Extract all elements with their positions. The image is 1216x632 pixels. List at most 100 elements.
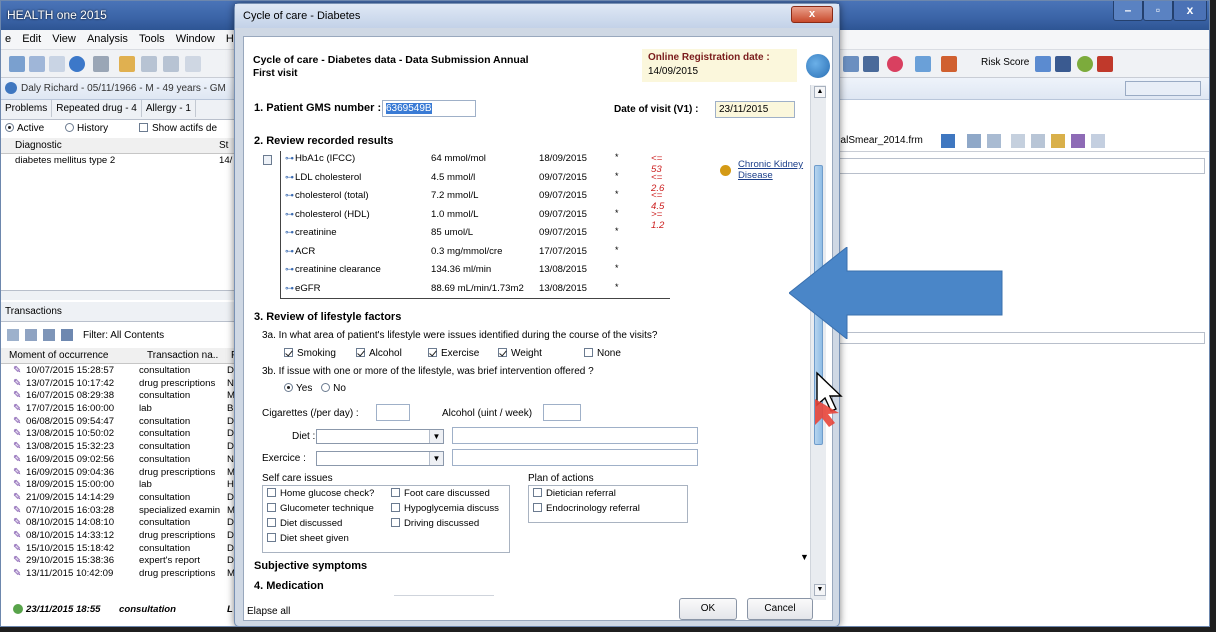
checklist-item[interactable]: Glucometer technique bbox=[267, 503, 374, 518]
collapse-down-icon[interactable]: ▼ bbox=[800, 552, 809, 562]
tab-transactions[interactable]: Transactions bbox=[5, 306, 62, 317]
checklist-item[interactable]: Diet discussed bbox=[267, 518, 374, 533]
view-icon[interactable] bbox=[43, 329, 55, 341]
scroll-down-icon[interactable]: ▼ bbox=[814, 584, 826, 596]
lifestyle-checkbox[interactable] bbox=[428, 348, 437, 357]
menu-analysis[interactable]: Analysis bbox=[83, 30, 132, 48]
risk-score-button[interactable]: Risk Score bbox=[981, 57, 1029, 68]
calc-icon[interactable] bbox=[1035, 56, 1051, 72]
result-row[interactable]: ⊶ eGFR 88.69 mL/min/1.73m2 13/08/2015 * bbox=[281, 281, 621, 298]
checklist-checkbox[interactable] bbox=[533, 488, 542, 497]
pane-splitter[interactable] bbox=[1, 290, 238, 300]
transaction-row[interactable]: ✎ 16/09/2015 09:02:56 consultation N bbox=[1, 454, 238, 467]
other-icon[interactable] bbox=[1091, 134, 1105, 148]
result-row[interactable]: ⊶ LDL cholesterol 4.5 mmol/l 09/07/2015 * <= … bbox=[281, 170, 664, 194]
person-icon[interactable] bbox=[941, 56, 957, 72]
transaction-row[interactable]: ✎ 16/07/2015 08:29:38 consultation M bbox=[1, 390, 238, 403]
result-row[interactable]: ⊶ ACR 0.3 mg/mmol/cre 17/07/2015 * bbox=[281, 244, 621, 261]
transaction-row[interactable]: ✎ 13/08/2015 10:50:02 consultation D bbox=[1, 428, 238, 441]
alcohol-field[interactable] bbox=[543, 404, 581, 421]
right-header-field[interactable] bbox=[821, 158, 1205, 174]
result-row[interactable]: ⊶ creatinine 85 umol/L 09/07/2015 * bbox=[281, 225, 621, 242]
transaction-row[interactable]: ✎ 13/07/2015 10:17:42 drug prescriptions N bbox=[1, 378, 238, 391]
collapse-results-icon[interactable] bbox=[263, 155, 272, 165]
transaction-row[interactable]: ✎ 08/10/2015 14:33:12 drug prescriptions D bbox=[1, 530, 238, 543]
checklist-item[interactable]: Home glucose check? bbox=[267, 488, 374, 503]
menu-tools[interactable]: Tools bbox=[135, 30, 169, 48]
stats-icon[interactable] bbox=[843, 56, 859, 72]
transaction-row[interactable]: ✎ 15/10/2015 15:18:42 consultation D bbox=[1, 543, 238, 556]
people-icon[interactable] bbox=[863, 56, 879, 72]
open2-icon[interactable] bbox=[1031, 134, 1045, 148]
checklist-checkbox[interactable] bbox=[267, 533, 276, 542]
transaction-row[interactable]: ✎ 21/09/2015 14:14:29 consultation D bbox=[1, 492, 238, 505]
menu-view[interactable]: View bbox=[48, 30, 80, 48]
filter-active[interactable]: Active bbox=[5, 123, 44, 134]
tools-icon[interactable] bbox=[1071, 134, 1085, 148]
medication-label[interactable]: 4. Medication bbox=[254, 580, 324, 592]
transaction-row[interactable]: ✎ 29/10/2015 15:38:36 expert's report D bbox=[1, 555, 238, 568]
checklist-item[interactable]: Diet sheet given bbox=[267, 533, 374, 548]
checklist-item[interactable]: Hypoglycemia discuss bbox=[391, 503, 499, 518]
result-row[interactable]: ⊶ cholesterol (HDL) 1.0 mmol/L 09/07/2015 * >… bbox=[281, 207, 664, 231]
cigarettes-field[interactable] bbox=[376, 404, 410, 421]
checklist-item[interactable]: Endocrinology referral bbox=[533, 503, 640, 518]
checklist-checkbox[interactable] bbox=[391, 518, 400, 527]
diet-text-field[interactable] bbox=[452, 427, 698, 444]
checklist-checkbox[interactable] bbox=[391, 488, 400, 497]
checklist-checkbox[interactable] bbox=[533, 503, 542, 512]
checklist-item[interactable]: Dietician referral bbox=[533, 488, 640, 503]
new-icon[interactable] bbox=[9, 56, 25, 72]
filter-history[interactable]: History bbox=[65, 123, 108, 134]
ok-button[interactable]: OK bbox=[679, 598, 737, 620]
no-radio[interactable] bbox=[321, 383, 331, 392]
list-icon[interactable] bbox=[93, 56, 109, 72]
user-icon[interactable] bbox=[1051, 134, 1065, 148]
filter-show-actifs[interactable]: Show actifs de bbox=[139, 123, 217, 134]
chart-icon[interactable] bbox=[141, 56, 157, 72]
print-icon[interactable] bbox=[987, 134, 1001, 148]
form-icon[interactable] bbox=[941, 134, 955, 148]
result-row[interactable]: ⊶ creatinine clearance 134.36 ml/min 13/08/… bbox=[281, 262, 621, 279]
mail-icon[interactable] bbox=[1011, 134, 1025, 148]
refresh-icon[interactable] bbox=[7, 329, 19, 341]
transaction-row[interactable]: ✎ 13/11/2015 10:42:09 drug prescriptions M bbox=[1, 568, 238, 581]
checklist-checkbox[interactable] bbox=[267, 488, 276, 497]
col-st[interactable]: St bbox=[219, 140, 228, 151]
lifestyle-checkbox[interactable] bbox=[584, 348, 593, 357]
dialog-close-button[interactable]: x bbox=[791, 6, 833, 23]
checklist-checkbox[interactable] bbox=[391, 503, 400, 512]
intervention-yes[interactable]: Yes bbox=[284, 383, 312, 394]
transaction-row[interactable]: ✎ 07/10/2015 16:03:28 specialized examin M bbox=[1, 505, 238, 518]
diagnostic-row[interactable]: diabetes mellitus type 2 14/ bbox=[1, 154, 238, 168]
show-checkbox[interactable] bbox=[139, 123, 148, 132]
close-app-button[interactable]: x bbox=[1173, 1, 1207, 21]
exercise-text-field[interactable] bbox=[452, 449, 698, 466]
grid-icon[interactable] bbox=[163, 56, 179, 72]
transaction-row[interactable]: ✎ 10/07/2015 15:28:57 consultation D bbox=[1, 365, 238, 378]
lifestyle-option[interactable]: Smoking bbox=[284, 348, 336, 359]
check-icon[interactable] bbox=[915, 56, 931, 72]
chronic-kidney-disease-link[interactable]: Chronic Kidney Disease bbox=[738, 159, 803, 181]
lifestyle-option[interactable]: None bbox=[584, 348, 621, 359]
active-radio[interactable] bbox=[5, 123, 14, 132]
transaction-row[interactable]: ✎ 13/08/2015 15:32:23 consultation D bbox=[1, 441, 238, 454]
transaction-row[interactable]: ✎ 06/08/2015 09:54:47 consultation D bbox=[1, 416, 238, 429]
ro-icon[interactable] bbox=[1055, 56, 1071, 72]
col-diagnostic[interactable]: Diagnostic bbox=[15, 140, 62, 151]
help-icon[interactable] bbox=[69, 56, 85, 72]
diet-dropdown-arrow[interactable]: ▼ bbox=[429, 430, 443, 443]
transaction-row[interactable]: ✎ 16/09/2015 09:04:36 drug prescriptions M bbox=[1, 467, 238, 480]
open-icon[interactable] bbox=[29, 56, 45, 72]
cancel-button[interactable]: Cancel bbox=[747, 598, 813, 620]
transaction-row[interactable]: ✎ 08/10/2015 14:08:10 consultation D bbox=[1, 517, 238, 530]
tool-icon[interactable] bbox=[185, 56, 201, 72]
folder-icon[interactable] bbox=[119, 56, 135, 72]
pane-controls[interactable] bbox=[1125, 81, 1201, 96]
gms-field[interactable]: 6369549B bbox=[382, 100, 476, 117]
lifestyle-option[interactable]: Weight bbox=[498, 348, 542, 359]
save-icon[interactable] bbox=[49, 56, 65, 72]
menu-edit[interactable]: Edit bbox=[18, 30, 45, 48]
lifestyle-checkbox[interactable] bbox=[356, 348, 365, 357]
elapse-all-link[interactable]: Elapse all bbox=[247, 606, 290, 617]
